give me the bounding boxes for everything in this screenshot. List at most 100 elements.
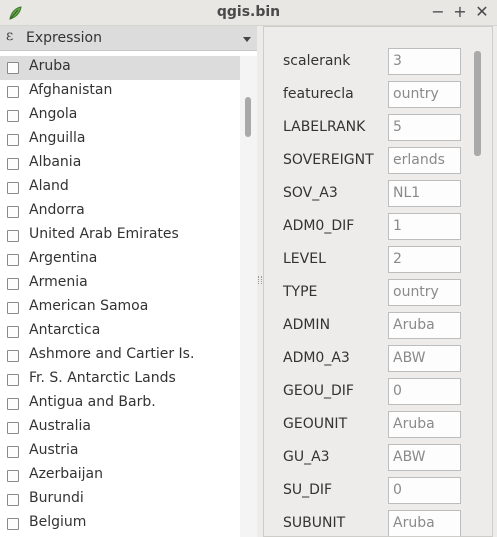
feature-checkbox[interactable] [7, 278, 19, 290]
feature-label: Angola [29, 106, 78, 122]
feature-list-item[interactable]: United Arab Emirates [0, 224, 240, 248]
feature-label: Afghanistan [29, 82, 113, 98]
feature-checkbox[interactable] [7, 350, 19, 362]
feature-list-item[interactable]: Albania [0, 152, 240, 176]
feature-checkbox[interactable] [7, 446, 19, 458]
title-bar: qgis.bin − + ✕ [0, 0, 497, 26]
feature-checkbox[interactable] [7, 86, 19, 98]
attribute-form-panel: scalerank 3 featurecla ountry LABELRANK 5 SOVE… [263, 26, 497, 537]
field-input-scalerank[interactable]: 3 [388, 48, 461, 75]
feature-list-item[interactable]: Ashmore and Cartier Is. [0, 344, 240, 368]
feature-list-item[interactable]: Azerbaijan [0, 464, 240, 488]
close-button[interactable]: ✕ [473, 3, 491, 21]
feature-list-item[interactable]: Aruba [0, 56, 240, 80]
feature-checkbox[interactable] [7, 302, 19, 314]
feature-list-item[interactable]: Fr. S. Antarctic Lands [0, 368, 240, 392]
field-input-featurecla[interactable]: ountry [388, 81, 461, 108]
minimize-button[interactable]: − [429, 3, 447, 21]
expression-dropdown[interactable]: ε Expression [0, 26, 257, 51]
field-label-adm0-a3: ADM0_A3 [283, 350, 350, 366]
feature-label: Andorra [29, 202, 85, 218]
feature-checkbox[interactable] [7, 422, 19, 434]
feature-label: Aruba [29, 58, 71, 74]
feature-checkbox[interactable] [7, 206, 19, 218]
feature-checkbox[interactable] [7, 398, 19, 410]
feature-checkbox[interactable] [7, 134, 19, 146]
maximize-button[interactable]: + [451, 3, 469, 21]
feature-list-item[interactable]: Afghanistan [0, 80, 240, 104]
field-input-adm0-dif[interactable]: 1 [388, 213, 461, 240]
feature-label: Anguilla [29, 130, 86, 146]
attribute-form-scrollbar[interactable] [473, 47, 483, 534]
feature-label: American Samoa [29, 298, 149, 314]
feature-label: Burundi [29, 490, 84, 506]
window-title: qgis.bin [216, 4, 281, 20]
feature-label: Azerbaijan [29, 466, 103, 482]
chevron-down-icon [243, 37, 251, 42]
feature-checkbox[interactable] [7, 230, 19, 242]
feature-list-item[interactable]: Belgium [0, 512, 240, 536]
field-label-su-dif: SU_DIF [283, 482, 333, 498]
feature-checkbox[interactable] [7, 494, 19, 506]
field-input-subunit[interactable]: Aruba [388, 510, 461, 536]
feature-list-scrollbar[interactable] [240, 56, 257, 537]
feature-list-item[interactable]: Armenia [0, 272, 240, 296]
feature-label: Fr. S. Antarctic Lands [29, 370, 176, 386]
field-label-geounit: GEOUNIT [283, 416, 348, 432]
field-input-sovereignt[interactable]: erlands [388, 147, 461, 174]
field-label-featurecla: featurecla [283, 86, 354, 102]
field-label-sov-a3: SOV_A3 [283, 185, 338, 201]
field-label-admin: ADMIN [283, 317, 331, 333]
attribute-form: scalerank 3 featurecla ountry LABELRANK 5 SOVE… [263, 26, 493, 537]
field-input-labelrank[interactable]: 5 [388, 114, 461, 141]
field-input-level[interactable]: 2 [388, 246, 461, 273]
feature-checkbox[interactable] [7, 158, 19, 170]
feature-label: Belgium [29, 514, 87, 530]
feature-checkbox[interactable] [7, 62, 19, 74]
field-input-admin[interactable]: Aruba [388, 312, 461, 339]
feature-list-item[interactable]: Angola [0, 104, 240, 128]
feature-list-item[interactable]: Burundi [0, 488, 240, 512]
field-input-sov-a3[interactable]: NL1 [388, 180, 461, 207]
feature-list-panel: ε Expression Aruba Afghanistan Angola Angui… [0, 26, 257, 537]
feature-list: Aruba Afghanistan Angola Anguilla Albania Ala… [0, 56, 240, 537]
feature-label: Antigua and Barb. [29, 394, 156, 410]
field-input-su-dif[interactable]: 0 [388, 477, 461, 504]
feature-checkbox[interactable] [7, 518, 19, 530]
scrollbar-thumb[interactable] [245, 97, 251, 137]
expression-label: Expression [26, 30, 102, 46]
feature-list-item[interactable]: Antarctica [0, 320, 240, 344]
feature-label: Antarctica [29, 322, 101, 338]
feature-label: Armenia [29, 274, 88, 290]
feature-list-item[interactable]: Argentina [0, 248, 240, 272]
feature-checkbox[interactable] [7, 470, 19, 482]
feature-list-item[interactable]: Andorra [0, 200, 240, 224]
field-input-geou-dif[interactable]: 0 [388, 378, 461, 405]
field-input-type[interactable]: ountry [388, 279, 461, 306]
feature-list-item[interactable]: Anguilla [0, 128, 240, 152]
field-label-gu-a3: GU_A3 [283, 449, 330, 465]
field-label-geou-dif: GEOU_DIF [283, 383, 354, 399]
feature-list-item[interactable]: American Samoa [0, 296, 240, 320]
expression-icon: ε [6, 28, 14, 44]
field-label-labelrank: LABELRANK [283, 119, 366, 135]
feature-label: Austria [29, 442, 79, 458]
field-label-adm0-dif: ADM0_DIF [283, 218, 355, 234]
feature-checkbox[interactable] [7, 326, 19, 338]
feature-list-item[interactable]: Aland [0, 176, 240, 200]
scrollbar-thumb[interactable] [474, 51, 481, 156]
feature-label: Albania [29, 154, 82, 170]
feature-list-item[interactable]: Australia [0, 416, 240, 440]
field-input-adm0-a3[interactable]: ABW [388, 345, 461, 372]
feature-checkbox[interactable] [7, 254, 19, 266]
field-input-gu-a3[interactable]: ABW [388, 444, 461, 471]
feature-list-item[interactable]: Antigua and Barb. [0, 392, 240, 416]
field-input-geounit[interactable]: Aruba [388, 411, 461, 438]
feature-checkbox[interactable] [7, 182, 19, 194]
field-label-type: TYPE [283, 284, 318, 300]
feature-list-item[interactable]: Austria [0, 440, 240, 464]
feature-checkbox[interactable] [7, 374, 19, 386]
feature-label: Argentina [29, 250, 98, 266]
feature-checkbox[interactable] [7, 110, 19, 122]
splitter-grip-icon [258, 276, 262, 284]
